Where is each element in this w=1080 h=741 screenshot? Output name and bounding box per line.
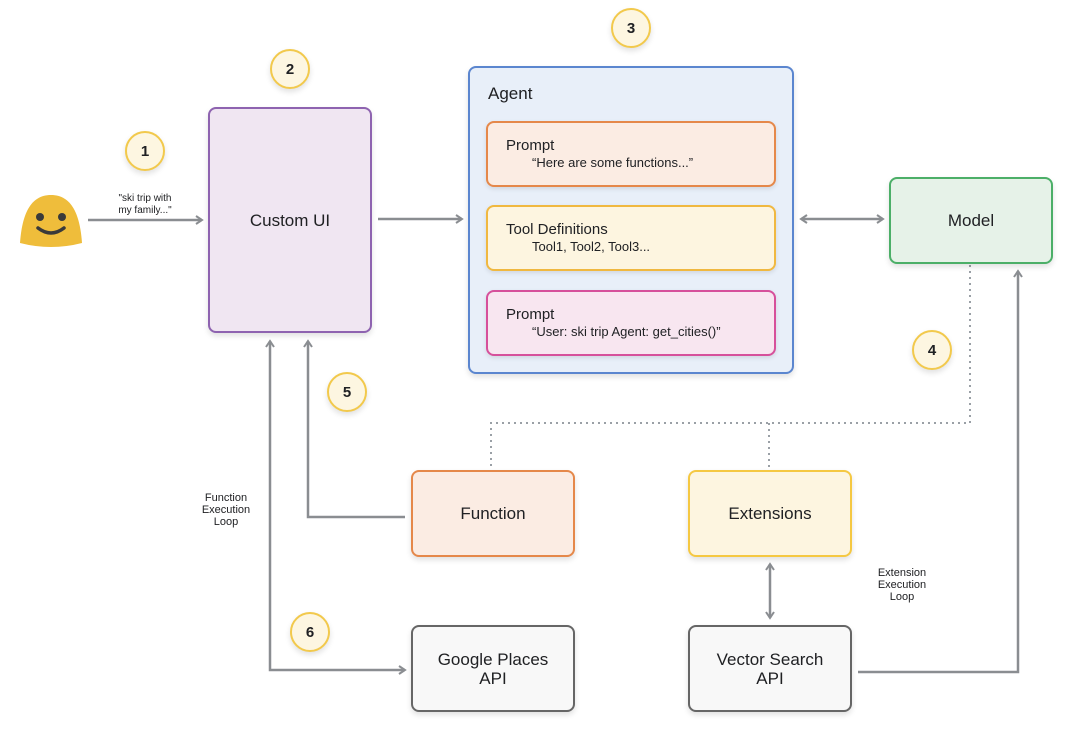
extensions-box: Extensions	[688, 470, 852, 557]
google-places-api-box: Google Places API	[411, 625, 575, 712]
agent-title: Agent	[488, 84, 533, 103]
block-text: Tool1, Tool2, Tool3...	[532, 239, 651, 254]
block-title: Prompt	[506, 306, 555, 323]
block-text: “Here are some functions...”	[532, 155, 694, 170]
agent-tool-definitions-block: Tool Definitions Tool1, Tool2, Tool3...	[486, 205, 776, 271]
vector-search-api-box: Vector Search API	[688, 625, 852, 712]
function-box: Function	[411, 470, 575, 557]
model-box: Model	[889, 177, 1053, 264]
block-title: Tool Definitions	[506, 221, 608, 238]
step-badge-5: 5	[327, 372, 367, 412]
agent-architecture-diagram: "ski trip with my family..." 1 2 3 4 5 6…	[0, 0, 1080, 741]
custom-ui-box: Custom UI	[208, 107, 372, 333]
step-badge-1: 1	[125, 131, 165, 171]
user-message-label: "ski trip with my family..."	[118, 193, 172, 216]
extension-execution-loop-label: Extension Execution Loop	[877, 567, 927, 603]
function-execution-loop-label: Function Execution Loop	[201, 492, 251, 528]
block-text: “User: ski trip Agent: get_cities()”	[532, 324, 721, 339]
step-badge-4: 4	[912, 330, 952, 370]
step-badge-2: 2	[270, 49, 310, 89]
smiley-face-icon	[20, 195, 82, 247]
agent-prompt-block: Prompt “Here are some functions...”	[486, 121, 776, 187]
step-badge-3: 3	[611, 8, 651, 48]
step-badge-6: 6	[290, 612, 330, 652]
arrow-function-to-ui	[303, 339, 405, 519]
block-title: Prompt	[506, 137, 555, 154]
agent-user-prompt-block: Prompt “User: ski trip Agent: get_cities…	[486, 290, 776, 356]
